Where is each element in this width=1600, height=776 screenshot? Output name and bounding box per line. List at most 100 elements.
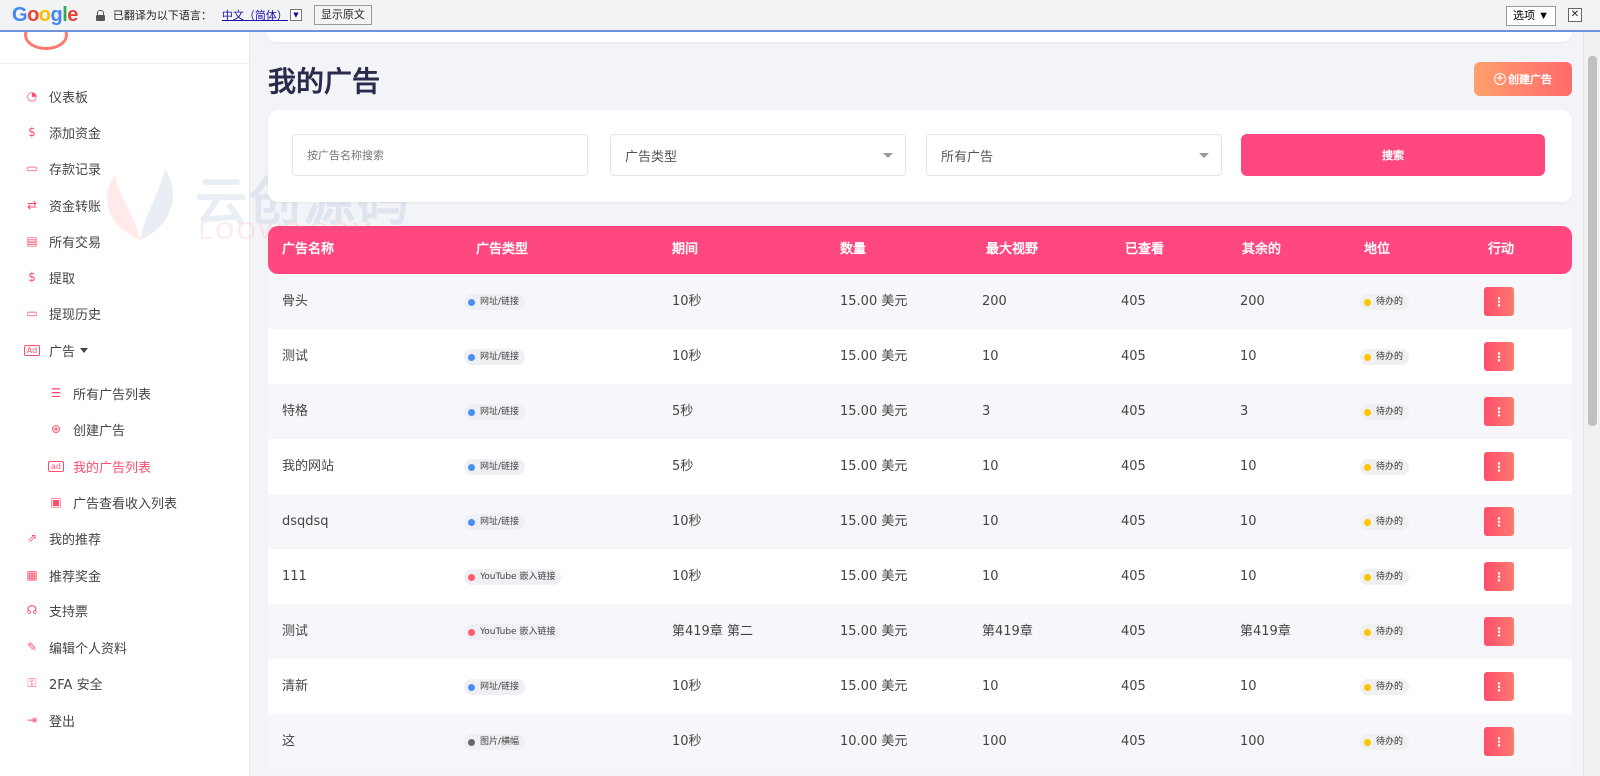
table-row: 测试 YouTube 嵌入链接 第419章 第二 15.00 美元 第419章 405 第4… — [268, 604, 1572, 659]
sidebar-item-label: 所有广告列表 — [73, 387, 152, 403]
type-dot-icon — [468, 628, 475, 636]
filter-card: 广告类型 所有广告 搜索 — [268, 110, 1572, 202]
sidebar-item-3[interactable]: ▭ 存款记录 — [24, 158, 101, 178]
ad-icon: Ad — [24, 344, 40, 356]
ad-type-badge: 网址/链接 — [464, 349, 526, 365]
ad-remaining: 10 — [1240, 514, 1257, 529]
ad-max-views: 10 — [982, 569, 999, 584]
translate-options-button[interactable]: 选项 ▼ — [1506, 6, 1556, 26]
status-dot-icon — [1364, 353, 1371, 361]
sidebar-item-2[interactable]: $ 添加资金 — [24, 122, 101, 142]
type-dot-icon — [468, 518, 475, 526]
language-link[interactable]: 中文（简体） — [222, 7, 288, 23]
ad-remaining: 100 — [1240, 734, 1265, 749]
ad-max-views: 200 — [982, 294, 1007, 309]
ad-amount: 15.00 美元 — [840, 514, 908, 529]
ad-amount: 15.00 美元 — [840, 569, 908, 584]
sidebar-item-6[interactable]: $ 提取 — [24, 267, 75, 287]
status-dot-icon — [1364, 518, 1371, 526]
scrollbar-thumb[interactable] — [1588, 56, 1597, 426]
status-label: 待办的 — [1376, 297, 1404, 307]
row-actions-button[interactable]: ⋮ — [1484, 507, 1514, 536]
ad-type-label: YouTube 嵌入链接 — [480, 572, 556, 582]
sidebar-item-9[interactable]: ☰ 所有广告列表 — [48, 383, 151, 403]
ad-name: 清新 — [282, 679, 309, 694]
sidebar-item-5[interactable]: ▤ 所有交易 — [24, 231, 101, 251]
type-dot-icon — [468, 298, 475, 306]
row-actions-button[interactable]: ⋮ — [1484, 287, 1514, 316]
table-row: dsqdsq 网址/链接 10秒 15.00 美元 10 405 10 待办的 ⋮ — [268, 494, 1572, 549]
sidebar-item-label: 编辑个人资料 — [49, 641, 128, 657]
row-actions-button[interactable]: ⋮ — [1484, 727, 1514, 756]
user-lock-icon: ⚿ — [27, 675, 37, 690]
ad-type-badge: YouTube 嵌入链接 — [464, 624, 562, 640]
sidebar-item-16[interactable]: ✎ 编辑个人资料 — [24, 637, 127, 657]
ad-type-select[interactable]: 广告类型 — [610, 134, 906, 176]
ad-duration: 10秒 — [672, 294, 702, 309]
scrollbar[interactable] — [1583, 32, 1600, 776]
translate-close-icon[interactable]: ✕ — [1568, 8, 1582, 22]
language-dropdown-icon[interactable]: ▼ — [289, 9, 302, 21]
sidebar-item-4[interactable]: ⇄ 资金转账 — [24, 195, 101, 215]
sidebar-item-label: 提现历史 — [49, 307, 102, 323]
logo[interactable] — [0, 32, 249, 64]
status-label: 待办的 — [1376, 682, 1404, 692]
ad-name: 测试 — [282, 349, 309, 364]
sidebar-item-7[interactable]: ▭ 提现历史 — [24, 303, 101, 323]
type-dot-icon — [468, 573, 475, 581]
row-actions-button[interactable]: ⋮ — [1484, 397, 1514, 426]
ad-type-badge: 图片/横幅 — [464, 734, 526, 750]
sidebar-item-label: 所有交易 — [49, 235, 102, 251]
sidebar-item-15[interactable]: ☊ 支持票 — [24, 600, 88, 620]
table-row: 这 图片/横幅 10秒 10.00 美元 100 405 100 待办的 ⋮ — [268, 714, 1572, 769]
sidebar-item-14[interactable]: ▦ 推荐奖金 — [24, 565, 101, 585]
ad-name: dsqdsq — [282, 514, 329, 529]
search-button[interactable]: 搜索 — [1241, 134, 1545, 176]
ad-remaining: 10 — [1240, 569, 1257, 584]
status-badge: 待办的 — [1360, 514, 1410, 530]
row-actions-button[interactable]: ⋮ — [1484, 672, 1514, 701]
row-actions-button[interactable]: ⋮ — [1484, 562, 1514, 591]
sidebar-item-label: 我的广告列表 — [73, 460, 152, 476]
sidebar-item-1[interactable]: ◔ 仪表板 — [24, 86, 88, 106]
google-logo: Google — [12, 3, 78, 26]
ad-type-label: YouTube 嵌入链接 — [480, 627, 556, 637]
ad-type-label: 网址/链接 — [480, 462, 520, 472]
page-title: 我的广告 — [268, 65, 381, 98]
type-dot-icon — [468, 353, 475, 361]
money-bag-icon: $ — [28, 125, 36, 139]
ad-duration: 10秒 — [672, 734, 702, 749]
table-row: 111 YouTube 嵌入链接 10秒 15.00 美元 10 405 10 待办的 ⋮ — [268, 549, 1572, 604]
sidebar-item-label: 资金转账 — [49, 199, 102, 215]
sidebar-item-17[interactable]: ⚿ 2FA 安全 — [24, 673, 102, 693]
ad-viewed: 405 — [1121, 569, 1146, 584]
status-badge: 待办的 — [1360, 404, 1410, 420]
row-actions-button[interactable]: ⋮ — [1484, 452, 1514, 481]
table-row: 我的网站 网址/链接 5秒 15.00 美元 10 405 10 待办的 ⋮ — [268, 439, 1572, 494]
all-ads-value: 所有广告 — [941, 149, 994, 165]
ad-max-views: 10 — [982, 679, 999, 694]
type-dot-icon — [468, 738, 475, 746]
dashboard-icon: ◔ — [26, 89, 38, 103]
status-label: 待办的 — [1376, 572, 1404, 582]
sidebar-item-10[interactable]: ⊕ 创建广告 — [48, 419, 125, 439]
ad-viewed: 405 — [1121, 514, 1146, 529]
ad-amount: 15.00 美元 — [840, 404, 908, 419]
row-actions-button[interactable]: ⋮ — [1484, 617, 1514, 646]
ad-max-views: 3 — [982, 404, 991, 419]
sidebar-item-label: 仪表板 — [49, 90, 89, 106]
ad-remaining: 10 — [1240, 679, 1257, 694]
status-dot-icon — [1364, 463, 1371, 471]
search-input[interactable] — [292, 134, 588, 176]
show-original-button[interactable]: 显示原文 — [313, 5, 372, 25]
sidebar-item-8[interactable]: Ad 广告 — [24, 340, 89, 360]
all-ads-select[interactable]: 所有广告 — [926, 134, 1222, 176]
sidebar-item-11[interactable]: ad 我的广告列表 — [48, 456, 151, 476]
create-ad-button[interactable]: + 创建广告 — [1474, 62, 1572, 96]
lock-icon — [95, 10, 105, 21]
sidebar-item-18[interactable]: ⇥ 登出 — [24, 710, 75, 730]
sidebar-item-12[interactable]: ▣ 广告查看收入列表 — [48, 492, 177, 512]
sidebar-item-13[interactable]: ⇗ 我的推荐 — [24, 528, 101, 548]
row-actions-button[interactable]: ⋮ — [1484, 342, 1514, 371]
ad-viewed: 405 — [1121, 624, 1146, 639]
